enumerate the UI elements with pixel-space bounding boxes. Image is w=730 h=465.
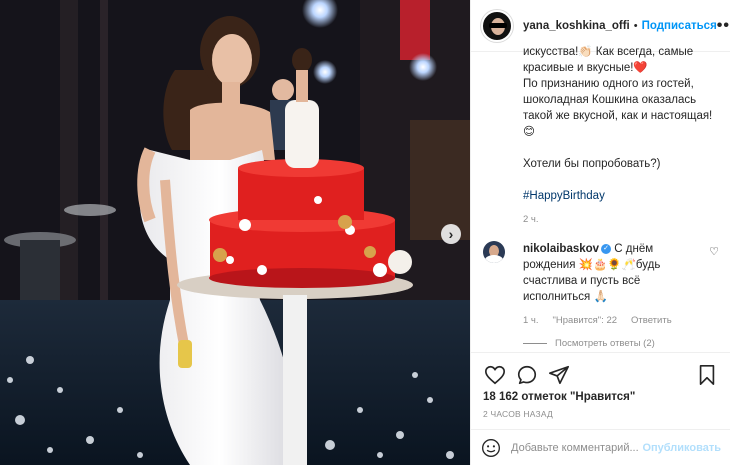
follow-button[interactable]: Подписаться (642, 20, 717, 32)
comment-meta: 1 ч. "Нравится": 22 Ответить (523, 315, 719, 326)
post-photo[interactable]: › (0, 0, 470, 465)
view-replies-label: Посмотреть ответы (2) (555, 338, 655, 349)
commenter-avatar[interactable] (483, 241, 505, 263)
caption-line: По признанию одного из гостей, (523, 78, 694, 90)
replies-rule (523, 343, 547, 344)
avatar-glasses (489, 22, 507, 28)
more-icon[interactable]: ••• (717, 17, 730, 35)
caption-line: шоколадная Кошкина оказалась (523, 94, 697, 106)
bookmark-icon[interactable] (695, 363, 719, 387)
caption-time: 2 ч. (523, 214, 539, 225)
caption-line: красивые и вкусные!❤️ (523, 62, 648, 74)
likes-count[interactable]: 18 162 отметок "Нравится" (471, 389, 730, 403)
add-comment-bar: Опубликовать (471, 429, 730, 465)
share-icon[interactable] (547, 363, 571, 387)
carousel-next-icon[interactable]: › (441, 224, 461, 244)
comment-body: nikolaibaskov ✓ С днём рождения 💥🎂🌻🥂будь … (523, 241, 719, 305)
comment-likes-count[interactable]: "Нравится": 22 (553, 315, 618, 326)
comment-item: nikolaibaskov ✓ С днём рождения 💥🎂🌻🥂будь … (483, 241, 719, 349)
publish-button[interactable]: Опубликовать (642, 442, 721, 454)
caption-line: такой же вкусной, как и настоящая! (523, 110, 713, 122)
photo-illustration (0, 0, 470, 465)
heart-icon[interactable] (483, 363, 507, 387)
header-separator: • (633, 19, 638, 32)
comment-time: 1 ч. (523, 315, 539, 326)
comment-like-heart-icon[interactable]: ♡ (709, 245, 719, 258)
author-username[interactable]: yana_koshkina_offi (523, 20, 630, 32)
caption-line: Хотели бы попробовать?) (523, 158, 661, 170)
comment-input[interactable] (511, 442, 643, 454)
verified-icon: ✓ (601, 243, 612, 254)
emoji-icon[interactable] (481, 438, 501, 458)
comments-section[interactable]: искусства!👏🏻 Как всегда, самые красивые … (471, 44, 730, 352)
author-avatar[interactable] (481, 9, 513, 42)
post-caption: искусства!👏🏻 Как всегда, самые красивые … (523, 44, 719, 204)
post-side-panel: yana_koshkina_offi • Подписаться ••• иск… (470, 0, 730, 465)
caption-line: 😊 (523, 126, 535, 138)
comment-icon[interactable] (515, 363, 539, 387)
view-replies-button[interactable]: Посмотреть ответы (2) (523, 338, 719, 349)
post-time-ago: 2 ЧАСОВ НАЗАД (483, 409, 553, 419)
action-bar (471, 353, 730, 389)
commenter-username[interactable]: nikolaibaskov (523, 243, 599, 255)
commenter-avatar-body (485, 255, 503, 263)
reply-button[interactable]: Ответить (631, 315, 672, 326)
post-actions-area: 18 162 отметок "Нравится" 2 ЧАСОВ НАЗАД … (471, 352, 730, 465)
caption-line: искусства!👏🏻 Как всегда, самые (523, 46, 694, 58)
hashtag-link[interactable]: #HappyBirthday (523, 188, 719, 204)
